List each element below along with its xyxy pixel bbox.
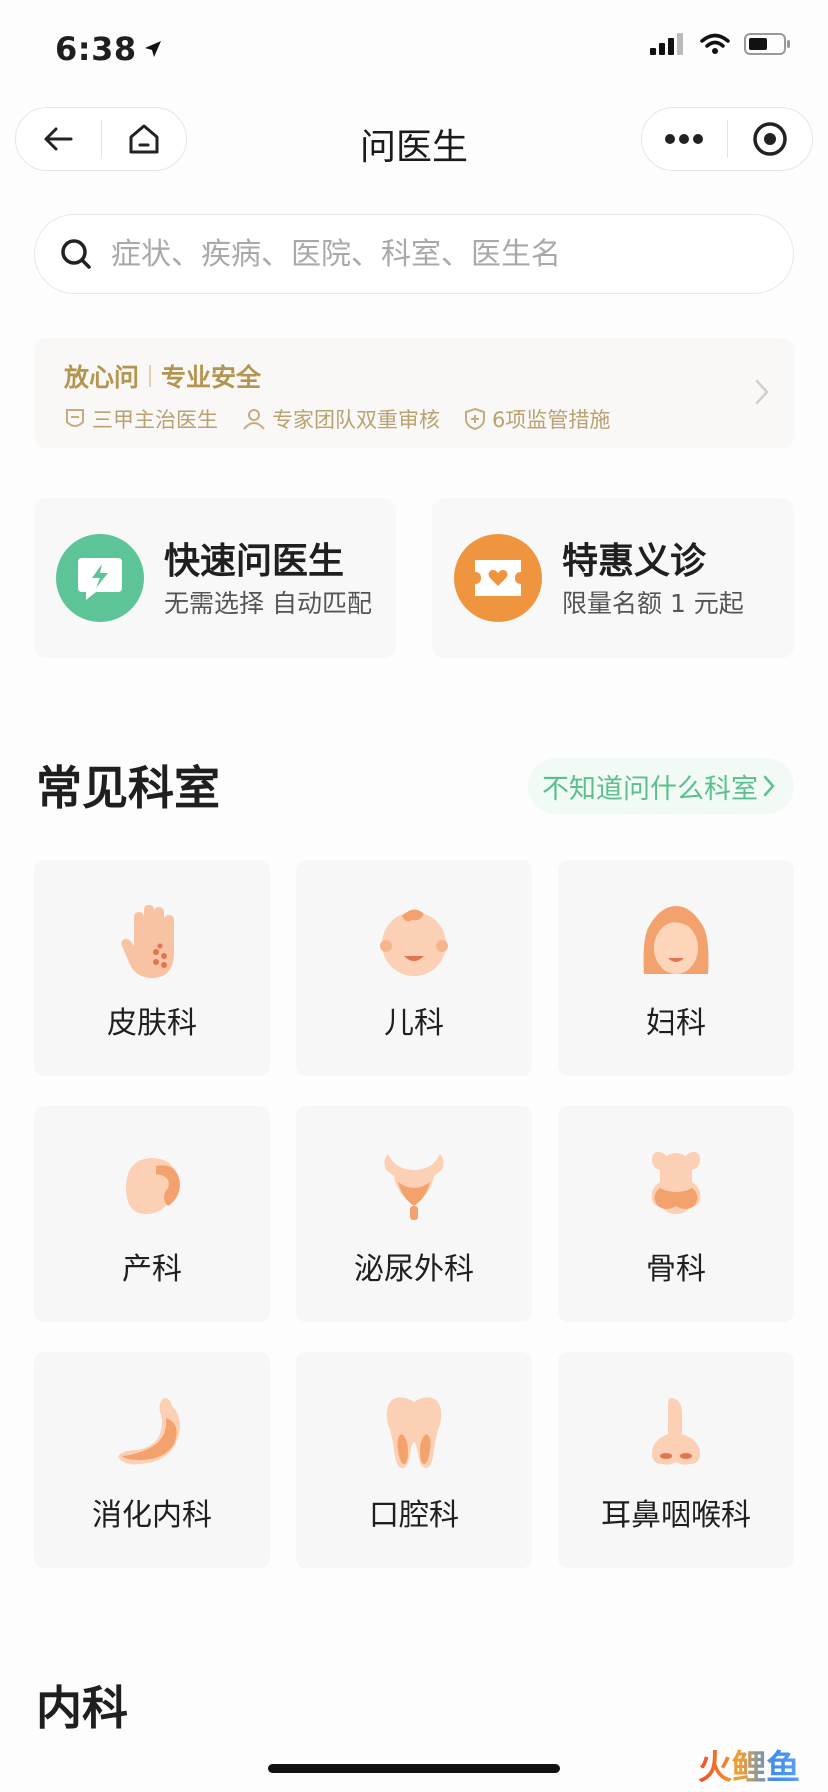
trust-items: 三甲主治医生 专家团队双重审核 6项监管措施 <box>64 404 610 434</box>
trust-item-label: 6项监管措施 <box>492 408 611 432</box>
department-gynecology[interactable]: 妇科 <box>558 860 794 1076</box>
trust-item-doctor: 三甲主治医生 <box>64 404 218 434</box>
shield-plus-icon <box>465 407 485 431</box>
home-indicator[interactable] <box>268 1764 560 1773</box>
department-guide-link[interactable]: 不知道问什么科室 <box>528 758 794 814</box>
quick-consult-card[interactable]: 快速问医生 无需选择 自动匹配 <box>34 498 396 658</box>
watermark-logo: 火鲤鱼 <box>698 1740 800 1789</box>
nav-right-capsule <box>641 107 813 171</box>
trust-item-review: 专家团队双重审核 <box>242 404 440 434</box>
close-miniapp-button[interactable] <box>728 108 813 170</box>
department-ent[interactable]: 耳鼻咽喉科 <box>558 1352 794 1568</box>
chevron-right-icon <box>755 379 769 405</box>
department-label: 泌尿外科 <box>354 1252 474 1287</box>
trust-title-a: 放心问 <box>64 363 140 392</box>
status-time-text: 6:38 <box>55 30 137 68</box>
search-input[interactable] <box>109 235 753 273</box>
department-label: 妇科 <box>646 1006 706 1041</box>
trust-title-divider <box>149 365 152 387</box>
trust-item-supervision: 6项监管措施 <box>464 404 610 434</box>
battery-icon <box>744 33 790 55</box>
department-label: 消化内科 <box>92 1498 212 1533</box>
cellular-signal-icon <box>650 33 683 55</box>
pregnancy-icon <box>126 1158 180 1214</box>
department-label: 口腔科 <box>369 1498 459 1533</box>
department-urology[interactable]: 泌尿外科 <box>296 1106 532 1322</box>
quick-consult-subtitle: 无需选择 自动匹配 <box>164 589 372 618</box>
department-label: 皮肤科 <box>107 1006 197 1041</box>
internal-medicine-title: 内科 <box>36 1681 128 1735</box>
department-label: 耳鼻咽喉科 <box>601 1498 751 1533</box>
department-gastroenterology[interactable]: 消化内科 <box>34 1352 270 1568</box>
discount-clinic-title: 特惠义诊 <box>562 541 707 582</box>
trust-title-b: 专业安全 <box>161 363 262 392</box>
department-obstetrics[interactable]: 产科 <box>34 1106 270 1322</box>
woman-icon <box>643 906 709 974</box>
badge-icon <box>66 409 84 427</box>
watermark-text: 火鲤鱼 <box>698 1740 800 1789</box>
discount-clinic-card[interactable]: 特惠义诊 限量名额 1 元起 <box>432 498 794 658</box>
trust-title: 放心问 专业安全 <box>64 358 261 394</box>
lightning-chat-icon <box>78 558 122 600</box>
department-pediatrics[interactable]: 儿科 <box>296 860 532 1076</box>
search-icon <box>61 239 91 269</box>
chevron-right-icon <box>763 775 775 797</box>
department-label: 骨科 <box>646 1252 706 1287</box>
department-label: 儿科 <box>384 1006 444 1041</box>
stomach-icon <box>118 1398 180 1465</box>
discount-clinic-subtitle: 限量名额 1 元起 <box>562 589 744 618</box>
bone-icon <box>651 1152 701 1214</box>
department-stomatology[interactable]: 口腔科 <box>296 1352 532 1568</box>
nose-icon <box>652 1398 700 1465</box>
target-close-icon <box>753 122 787 156</box>
more-dots-icon <box>665 134 704 144</box>
trust-banner[interactable]: 放心问 专业安全 三甲主治医生 专家团队双重审核 6项监管措施 <box>34 338 794 448</box>
trust-item-label: 专家团队双重审核 <box>272 408 440 432</box>
bladder-icon <box>384 1154 444 1220</box>
quick-consult-icon-bg <box>56 534 144 622</box>
department-dermatology[interactable]: 皮肤科 <box>34 860 270 1076</box>
quick-consult-title: 快速问医生 <box>164 541 345 582</box>
status-time: 6:38 <box>55 30 163 68</box>
location-arrow-icon <box>144 41 161 57</box>
tooth-icon <box>386 1397 442 1468</box>
department-label: 产科 <box>122 1252 182 1287</box>
wifi-icon <box>700 33 730 54</box>
baby-icon <box>380 909 448 976</box>
discount-clinic-icon-bg <box>454 534 542 622</box>
status-icons <box>650 32 792 56</box>
common-departments-title: 常见科室 <box>36 761 220 815</box>
more-button[interactable] <box>642 108 727 170</box>
trust-item-label: 三甲主治医生 <box>92 408 218 432</box>
hand-icon <box>121 905 174 978</box>
person-icon <box>243 409 265 430</box>
department-guide-label: 不知道问什么科室 <box>542 773 758 805</box>
department-orthopedics[interactable]: 骨科 <box>558 1106 794 1322</box>
ticket-heart-icon <box>475 560 521 596</box>
search-bar[interactable] <box>34 214 794 294</box>
